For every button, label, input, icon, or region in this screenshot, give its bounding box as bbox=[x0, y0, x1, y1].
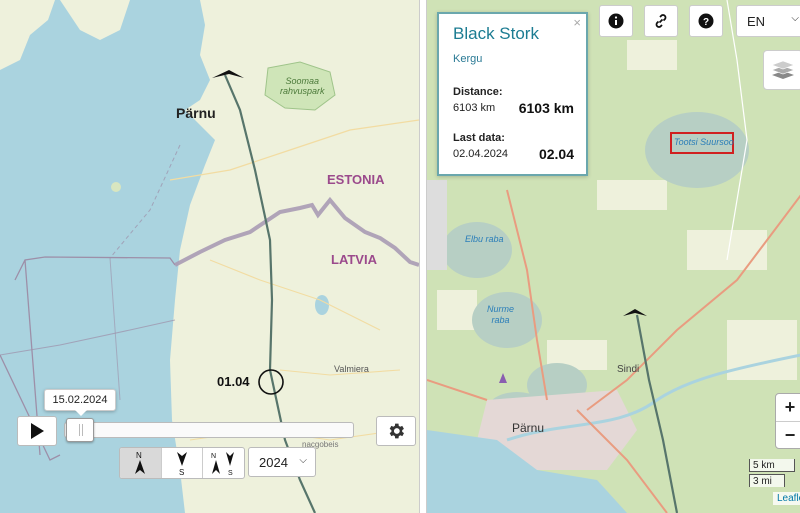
last-data-value-small: 02.04.2024 bbox=[453, 148, 509, 160]
city-label-parnu: Pärnu bbox=[176, 105, 216, 121]
layers-button[interactable] bbox=[763, 50, 800, 90]
bird-name: Black Stork bbox=[453, 24, 539, 43]
south-arrow-icon: S bbox=[177, 452, 187, 476]
help-button[interactable]: ? bbox=[689, 5, 723, 37]
zoom-out-button[interactable]: − bbox=[776, 422, 800, 449]
distance-value-large: 6103 km bbox=[518, 100, 574, 116]
svg-text:S: S bbox=[228, 470, 233, 476]
play-icon bbox=[31, 423, 44, 439]
direction-north-button[interactable]: N bbox=[120, 448, 162, 478]
language-value: EN bbox=[747, 13, 766, 29]
zoom-control[interactable]: + − bbox=[775, 393, 800, 449]
close-icon[interactable]: × bbox=[573, 15, 581, 30]
svg-text:?: ? bbox=[703, 17, 709, 28]
label-sindi: Sindi bbox=[617, 364, 640, 375]
north-arrow-icon: N bbox=[135, 451, 146, 474]
last-data-label: Last data: bbox=[453, 132, 505, 144]
bird-info-popup: Black Stork × Kergu Distance: 6103 km 61… bbox=[437, 12, 588, 176]
park-label-soomaa: Soomaa rahvuspark bbox=[280, 76, 325, 96]
zoom-in-button[interactable]: + bbox=[776, 394, 800, 422]
direction-south-button[interactable]: S bbox=[162, 448, 204, 478]
gear-icon bbox=[389, 423, 404, 439]
marker-date-label: 01.04 bbox=[217, 374, 250, 389]
last-data-value-large: 02.04 bbox=[538, 146, 574, 162]
help-icon: ? bbox=[698, 13, 714, 29]
chevron-down-icon: ⌵ bbox=[299, 455, 307, 466]
layers-icon bbox=[771, 60, 795, 79]
north-south-arrows-icon: N S bbox=[211, 452, 234, 476]
date-tooltip: 15.02.2024 bbox=[44, 389, 116, 416]
country-label-estonia: ESTONIA bbox=[327, 172, 385, 187]
scale-mi: 3 mi bbox=[749, 474, 785, 487]
info-button[interactable] bbox=[599, 5, 633, 37]
svg-text:N: N bbox=[211, 453, 216, 460]
right-map-panel[interactable]: Tootsi Suursoo Elbu raba Nurme raba Sind… bbox=[426, 0, 800, 513]
svg-text:N: N bbox=[136, 451, 142, 460]
attribution-link[interactable]: Leaflet bbox=[773, 492, 800, 505]
info-icon bbox=[608, 13, 624, 29]
play-button[interactable] bbox=[17, 416, 57, 446]
label-elbu-raba: Elbu raba bbox=[465, 234, 504, 244]
country-label-latvia: LATVIA bbox=[331, 252, 377, 267]
chevron-down-icon: ⌵ bbox=[791, 13, 799, 24]
link-button[interactable] bbox=[644, 5, 678, 37]
label-tootsi-suursoo: Tootsi Suursoo bbox=[674, 137, 734, 147]
left-map-panel[interactable]: Pärnu Soomaa rahvuspark ESTONIA LATVIA V… bbox=[0, 0, 420, 513]
scale-km: 5 km bbox=[749, 459, 795, 472]
timeline-slider-handle[interactable] bbox=[66, 418, 94, 442]
bird-subtitle[interactable]: Kergu bbox=[453, 53, 482, 65]
distance-label: Distance: bbox=[453, 86, 503, 98]
year-select[interactable]: 2024 ⌵ bbox=[248, 447, 316, 477]
label-parnu-detail: Pärnu bbox=[512, 421, 545, 435]
timeline-slider[interactable] bbox=[64, 422, 354, 438]
settings-button[interactable] bbox=[376, 416, 416, 446]
link-icon bbox=[655, 14, 667, 28]
label-nurme-raba: Nurme raba bbox=[487, 304, 515, 325]
distance-value-small: 6103 km bbox=[453, 102, 496, 114]
svg-text:S: S bbox=[179, 468, 184, 476]
year-select-value: 2024 bbox=[259, 454, 288, 470]
direction-toggle-group[interactable]: N S N S bbox=[119, 447, 245, 479]
language-select[interactable]: EN ⌵ bbox=[736, 5, 800, 37]
city-label-valmiera: Valmiera bbox=[334, 364, 369, 374]
direction-both-button[interactable]: N S bbox=[203, 448, 244, 478]
